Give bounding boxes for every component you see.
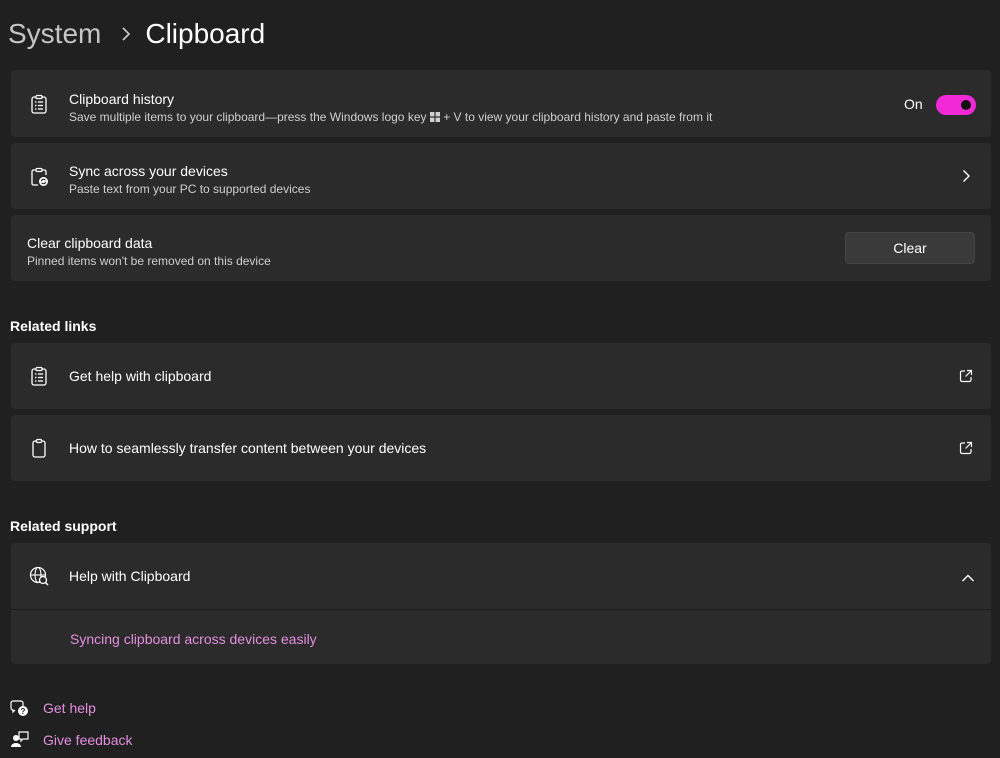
related-support-header: Related support [10, 518, 117, 534]
clipboard-sync-icon [29, 167, 49, 187]
chevron-right-icon [961, 169, 971, 188]
breadcrumb: System Clipboard [8, 14, 265, 54]
page-title: Clipboard [145, 18, 266, 49]
help-with-clipboard-title: Help with Clipboard [69, 568, 191, 584]
subtitle-part-2: + V to view your clipboard history and p… [443, 110, 713, 124]
open-external-icon [959, 369, 973, 388]
related-link-item[interactable]: Get help with clipboard [11, 343, 991, 409]
clipboard-history-subtitle: Save multiple items to your clipboard—pr… [69, 109, 712, 126]
clipboard-list-icon [29, 366, 49, 386]
get-help-link[interactable]: ? Get help [10, 698, 96, 718]
clear-data-title: Clear clipboard data [27, 235, 153, 251]
breadcrumb-system[interactable]: System [8, 18, 101, 50]
help-chat-icon: ? [10, 698, 30, 718]
windows-logo-icon [429, 110, 440, 126]
syncing-clipboard-link[interactable]: Syncing clipboard across devices easily [70, 631, 317, 647]
toggle-knob [961, 100, 971, 110]
related-link-item[interactable]: How to seamlessly transfer content betwe… [11, 415, 991, 481]
clipboard-list-icon [29, 94, 49, 114]
get-help-label: Get help [43, 700, 96, 716]
clipboard-icon [29, 438, 49, 458]
clear-data-card: Clear clipboard data Pinned items won't … [11, 215, 991, 281]
clipboard-history-card: Clipboard history Save multiple items to… [11, 70, 991, 137]
globe-search-icon [29, 566, 49, 586]
clear-data-subtitle: Pinned items won't be removed on this de… [27, 254, 271, 268]
chevron-right-icon [111, 27, 141, 41]
sync-subtitle: Paste text from your PC to supported dev… [69, 182, 311, 196]
help-with-clipboard-content: Syncing clipboard across devices easily [11, 609, 991, 664]
toggle-state-label: On [904, 96, 923, 112]
open-external-icon [959, 441, 973, 460]
related-link-label: How to seamlessly transfer content betwe… [69, 440, 427, 456]
sync-title: Sync across your devices [69, 163, 228, 179]
give-feedback-link[interactable]: Give feedback [10, 730, 133, 750]
chevron-up-icon [961, 570, 975, 588]
help-with-clipboard-expander[interactable]: Help with Clipboard [11, 543, 991, 609]
feedback-person-icon [10, 730, 30, 750]
svg-text:?: ? [21, 707, 26, 716]
give-feedback-label: Give feedback [43, 732, 133, 748]
clear-button[interactable]: Clear [845, 232, 975, 264]
clipboard-history-toggle[interactable] [936, 95, 976, 115]
clipboard-history-title: Clipboard history [69, 91, 175, 107]
subtitle-part-1: Save multiple items to your clipboard—pr… [69, 110, 427, 124]
related-links-header: Related links [10, 318, 97, 334]
related-link-label: Get help with clipboard [69, 368, 212, 384]
sync-devices-card[interactable]: Sync across your devices Paste text from… [11, 143, 991, 209]
